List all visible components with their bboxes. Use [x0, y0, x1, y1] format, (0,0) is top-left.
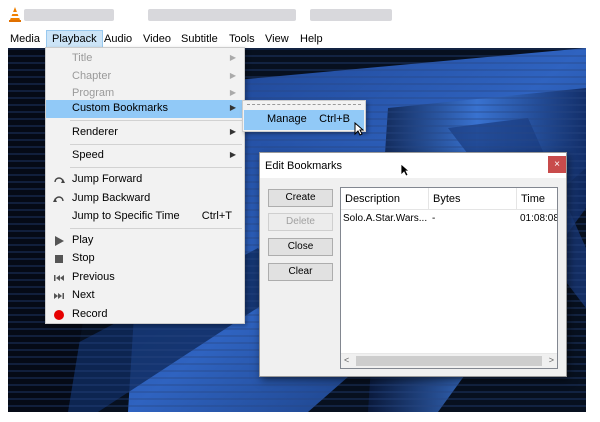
menu-item-label: Renderer [72, 126, 118, 138]
menu-item-manage[interactable]: Manage Ctrl+B [244, 110, 364, 130]
menu-item-jump-backward[interactable]: Jump Backward [46, 190, 244, 208]
scrollbar-thumb[interactable] [356, 356, 542, 366]
create-button[interactable]: Create [268, 189, 333, 207]
menu-subtitle[interactable]: Subtitle [176, 30, 223, 48]
play-icon [55, 236, 64, 246]
menu-item-label: Next [72, 289, 95, 301]
menu-item-next[interactable]: Next [46, 287, 244, 305]
menu-item-label: Chapter [72, 70, 112, 82]
record-icon [54, 310, 64, 320]
menu-item-custom-bookmarks[interactable]: Custom Bookmarks ▶ [46, 100, 244, 118]
column-header-description[interactable]: Description [341, 188, 429, 210]
previous-icon [54, 275, 64, 281]
title-blur [310, 9, 392, 21]
menu-item-label: Title [72, 52, 93, 64]
mouse-pointer-icon [400, 163, 410, 177]
title-blur [24, 9, 114, 21]
menu-audio[interactable]: Audio [99, 30, 137, 48]
menu-separator [70, 167, 242, 168]
menu-item-play[interactable]: Play [46, 232, 244, 250]
menu-bar: Media Playback Audio Video Subtitle Tool… [0, 30, 600, 48]
edit-bookmarks-dialog: Edit Bookmarks × Create Delete Close Cle… [259, 152, 567, 377]
menu-view[interactable]: View [260, 30, 294, 48]
menu-item-jump-specific-time[interactable]: Jump to Specific Time Ctrl+T [46, 208, 244, 226]
jump-backward-icon [53, 196, 64, 202]
menu-item-label: Jump Backward [72, 192, 151, 204]
submenu-arrow-icon: ▶ [229, 88, 236, 97]
menu-item-label: Play [72, 234, 94, 246]
submenu-arrow-icon: ▶ [229, 53, 236, 62]
menu-separator [70, 228, 242, 229]
submenu-arrow-icon: ▶ [229, 71, 236, 80]
dialog-title: Edit Bookmarks [265, 160, 343, 172]
menu-separator [70, 120, 242, 121]
jump-forward-icon [54, 177, 65, 183]
tearoff-line [247, 104, 361, 105]
menu-separator [70, 144, 242, 145]
stop-icon [55, 255, 63, 263]
menu-item-label: Previous [72, 271, 115, 283]
close-icon[interactable]: × [548, 156, 566, 173]
scroll-right-icon[interactable]: > [549, 355, 554, 365]
menu-item-label: Program [72, 87, 115, 99]
delete-button[interactable]: Delete [268, 213, 333, 231]
dialog-titlebar[interactable]: Edit Bookmarks × [260, 153, 566, 178]
menu-item-stop[interactable]: Stop [46, 250, 244, 268]
menu-item-label: Stop [72, 252, 95, 264]
menu-item-chapter[interactable]: Chapter ▶ [46, 68, 244, 86]
menu-item-record[interactable]: Record [46, 306, 244, 324]
vlc-cone-icon [9, 7, 21, 22]
menu-video[interactable]: Video [138, 30, 176, 48]
menu-tools[interactable]: Tools [224, 30, 260, 48]
menu-item-title[interactable]: Title ▶ [46, 50, 244, 68]
menu-item-speed[interactable]: Speed ▶ [46, 147, 244, 165]
column-header-bytes[interactable]: Bytes [429, 188, 517, 210]
bookmark-time: 01:08:08 [520, 213, 558, 224]
menu-item-label: Speed [72, 149, 104, 161]
horizontal-scrollbar[interactable]: < > [341, 353, 557, 368]
close-button[interactable]: Close [268, 238, 333, 256]
bookmark-description: Solo.A.Star.Wars... [343, 213, 428, 224]
next-icon [54, 293, 64, 299]
window-titlebar [0, 0, 600, 30]
menu-item-label: Manage [267, 113, 307, 125]
menu-item-shortcut: Ctrl+T [201, 210, 232, 222]
custom-bookmarks-submenu: Manage Ctrl+B [242, 100, 366, 132]
title-blur [148, 9, 296, 21]
menu-help[interactable]: Help [295, 30, 328, 48]
menu-item-label: Record [72, 308, 108, 320]
clear-button[interactable]: Clear [268, 263, 333, 281]
scroll-left-icon[interactable]: < [344, 355, 349, 365]
submenu-arrow-icon: ▶ [229, 150, 236, 159]
menu-item-label: Jump to Specific Time [72, 210, 180, 222]
list-header: Description Bytes Time [341, 188, 557, 210]
menu-item-jump-forward[interactable]: Jump Forward [46, 171, 244, 189]
menu-item-label: Jump Forward [72, 173, 143, 185]
submenu-arrow-icon: ▶ [229, 127, 236, 136]
menu-media[interactable]: Media [5, 30, 45, 48]
column-header-time[interactable]: Time [517, 188, 557, 210]
playback-menu: Title ▶ Chapter ▶ Program ▶ Custom Bookm… [45, 47, 245, 324]
menu-item-previous[interactable]: Previous [46, 269, 244, 287]
bookmark-bytes: - [432, 213, 436, 224]
submenu-arrow-icon: ▶ [229, 103, 236, 112]
menu-item-shortcut: Ctrl+B [319, 113, 350, 125]
menu-item-label: Custom Bookmarks [72, 102, 168, 114]
list-item[interactable]: Solo.A.Star.Wars... - 01:08:08 [341, 212, 557, 228]
bookmarks-list[interactable]: Description Bytes Time Solo.A.Star.Wars.… [340, 187, 558, 369]
menu-item-renderer[interactable]: Renderer ▶ [46, 124, 244, 142]
menu-playback[interactable]: Playback [46, 30, 103, 48]
mouse-cursor-icon [354, 122, 364, 136]
